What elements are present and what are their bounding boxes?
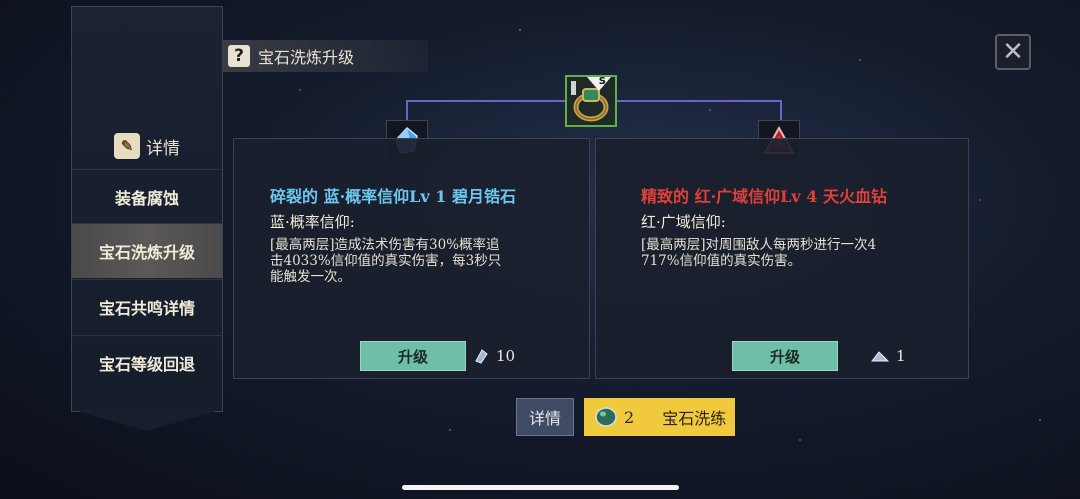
cost-amount: 1 [896, 347, 906, 365]
gem-reforge-button[interactable]: 2 宝石洗练 [584, 398, 735, 436]
sidebar: ✎ 详情 装备腐蚀 宝石洗炼升级 宝石共鸣详情 宝石等级回退 [71, 6, 223, 412]
reforge-label: 宝石洗练 [662, 409, 727, 428]
shard-pile-icon [870, 351, 890, 362]
help-icon[interactable]: ? [228, 45, 250, 67]
home-indicator[interactable] [402, 485, 679, 490]
sidebar-item-gem-level-rollback[interactable]: 宝石等级回退 [72, 335, 222, 390]
upgrade-cost: 1 [870, 347, 906, 365]
description-line: [最高两层]造成法术伤害有30%概率追 [270, 237, 500, 253]
sidebar-item-gem-resonance[interactable]: 宝石共鸣详情 [72, 279, 222, 334]
gem-description: [最高两层]造成法术伤害有30%概率追 击4033%信仰值的真实伤害，每3秒只 … [270, 237, 570, 285]
gem-subtitle: 蓝·概率信仰: [270, 213, 355, 231]
sidebar-item-gem-reforge-upgrade[interactable]: 宝石洗炼升级 [72, 223, 222, 278]
sidebar-item-label: 宝石共鸣详情 [98, 299, 195, 318]
blue-shard-icon [475, 349, 488, 364]
gem-description: [最高两层]对周围敌人每两秒进行一次4 717%信仰值的真实伤害。 [641, 237, 941, 269]
right-gem-card: 精致的 红·广域信仰Lv 4 天火血钻 红·广域信仰: [最高两层]对周围敌人每… [595, 138, 969, 379]
description-line: 击4033%信仰值的真实伤害，每3秒只 [270, 253, 502, 269]
connector-line [406, 100, 408, 120]
sidebar-item-label: 宝石洗炼升级 [98, 243, 195, 262]
title-bar: ? 宝石洗炼升级 [222, 40, 428, 72]
left-gem-card: 碎裂的 蓝·概率信仰Lv 1 碧月锆石 蓝·概率信仰: [最高两层]造成法术伤害… [233, 138, 590, 379]
description-line: 能触发一次。 [270, 269, 351, 285]
scroll-icon: ✎ [114, 133, 140, 159]
description-line: [最高两层]对周围敌人每两秒进行一次4 [641, 237, 877, 253]
gem-title: 碎裂的 蓝·概率信仰Lv 1 碧月锆石 [270, 187, 516, 206]
gem-title: 精致的 红·广域信仰Lv 4 天火血钻 [641, 187, 887, 206]
emerald-ring-icon[interactable]: S [565, 75, 617, 127]
sidebar-item-label: 装备腐蚀 [114, 189, 179, 208]
upgrade-button[interactable]: 升级 [360, 341, 466, 371]
sidebar-header-label: 详情 [146, 138, 180, 159]
close-button[interactable]: ✕ [995, 34, 1031, 70]
upgrade-button[interactable]: 升级 [732, 341, 838, 371]
sidebar-tail [71, 409, 223, 431]
page-title: 宝石洗炼升级 [258, 48, 355, 67]
upgrade-cost: 10 [472, 347, 515, 365]
green-gem-icon [595, 407, 617, 427]
sidebar-item-label: 宝石等级回退 [98, 355, 195, 374]
cost-amount: 10 [496, 347, 516, 365]
description-line: 717%信仰值的真实伤害。 [641, 253, 802, 269]
sidebar-header[interactable]: ✎ 详情 [72, 125, 222, 167]
connector-line [780, 100, 782, 120]
reforge-count: 2 [624, 407, 635, 427]
close-icon: ✕ [1002, 37, 1024, 67]
sidebar-item-equipment-corrosion[interactable]: 装备腐蚀 [72, 169, 222, 224]
gem-subtitle: 红·广域信仰: [641, 213, 726, 231]
rank-badge-label: S [598, 76, 606, 87]
detail-button[interactable]: 详情 [516, 398, 574, 436]
